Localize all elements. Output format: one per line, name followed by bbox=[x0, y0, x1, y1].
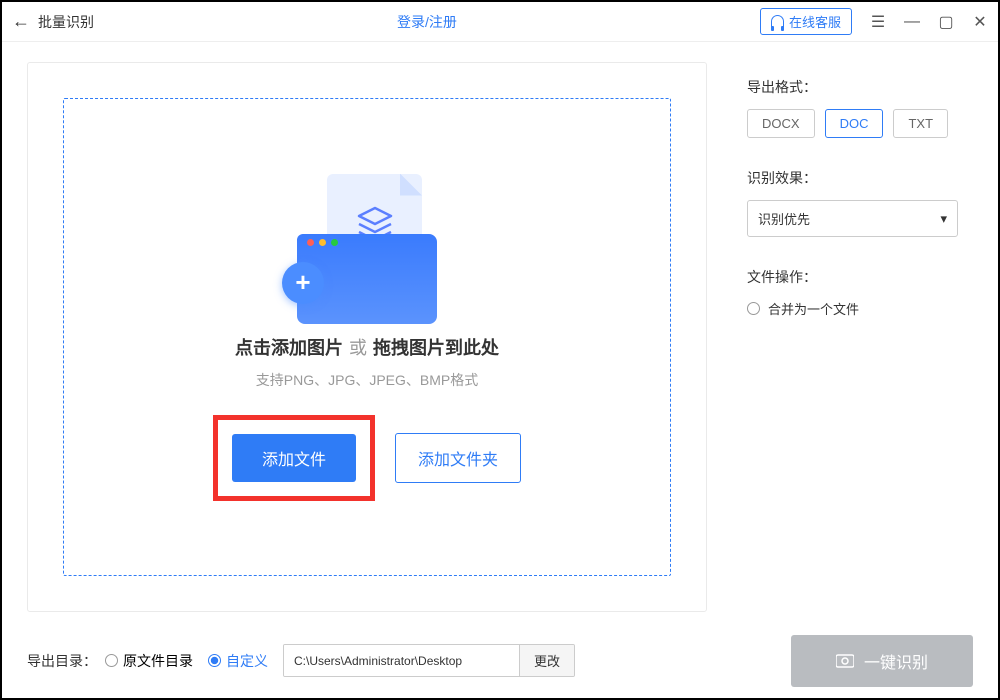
radio-checked-icon bbox=[208, 654, 221, 667]
minimize-icon[interactable]: — bbox=[904, 14, 920, 30]
upload-illustration: + bbox=[277, 174, 457, 324]
effect-value: 识别优先 bbox=[758, 209, 810, 228]
export-dir-label: 导出目录： bbox=[27, 651, 97, 671]
right-panel: 导出格式： DOCX DOC TXT 识别效果： 识别优先 ▾ 文件操作： 合并… bbox=[707, 62, 973, 612]
change-path-button[interactable]: 更改 bbox=[519, 645, 574, 676]
effect-label: 识别效果： bbox=[747, 168, 958, 188]
format-txt-button[interactable]: TXT bbox=[893, 109, 948, 138]
support-label: 在线客服 bbox=[789, 12, 841, 31]
close-icon[interactable]: ✕ bbox=[972, 14, 988, 30]
login-register-link[interactable]: 登录/注册 bbox=[397, 12, 457, 32]
file-op-label: 文件操作： bbox=[747, 267, 958, 287]
add-folder-button[interactable]: 添加文件夹 bbox=[395, 433, 521, 483]
menu-icon[interactable]: ☰ bbox=[870, 14, 886, 30]
headset-icon bbox=[771, 15, 784, 28]
scan-icon bbox=[836, 653, 854, 669]
left-panel: + 点击添加图片或拖拽图片到此处 支持PNG、JPG、JPEG、BMP格式 添加… bbox=[27, 62, 707, 612]
drop-zone[interactable]: + 点击添加图片或拖拽图片到此处 支持PNG、JPG、JPEG、BMP格式 添加… bbox=[63, 98, 671, 576]
export-format-label: 导出格式： bbox=[747, 77, 958, 97]
format-docx-button[interactable]: DOCX bbox=[747, 109, 815, 138]
radio-icon bbox=[105, 654, 118, 667]
custom-dir-option[interactable]: 自定义 bbox=[208, 651, 268, 671]
back-arrow-icon[interactable]: ← bbox=[12, 11, 30, 32]
drop-subtitle: 支持PNG、JPG、JPEG、BMP格式 bbox=[256, 370, 478, 390]
radio-icon bbox=[747, 302, 760, 315]
page-title: 批量识别 bbox=[38, 12, 94, 32]
merge-label: 合并为一个文件 bbox=[768, 299, 859, 318]
merge-option[interactable]: 合并为一个文件 bbox=[747, 299, 958, 318]
format-doc-button[interactable]: DOC bbox=[825, 109, 884, 138]
effect-select[interactable]: 识别优先 ▾ bbox=[747, 200, 958, 237]
plus-icon: + bbox=[282, 262, 324, 304]
drop-title: 点击添加图片或拖拽图片到此处 bbox=[235, 334, 499, 360]
original-dir-option[interactable]: 原文件目录 bbox=[105, 651, 193, 671]
path-input[interactable] bbox=[284, 645, 519, 676]
support-button[interactable]: 在线客服 bbox=[760, 8, 852, 35]
recognize-button[interactable]: 一键识别 bbox=[791, 635, 973, 687]
chevron-down-icon: ▾ bbox=[940, 211, 947, 227]
add-file-button[interactable]: 添加文件 bbox=[232, 434, 356, 482]
highlight-annotation: 添加文件 bbox=[213, 415, 375, 501]
maximize-icon[interactable]: ▢ bbox=[938, 14, 954, 30]
